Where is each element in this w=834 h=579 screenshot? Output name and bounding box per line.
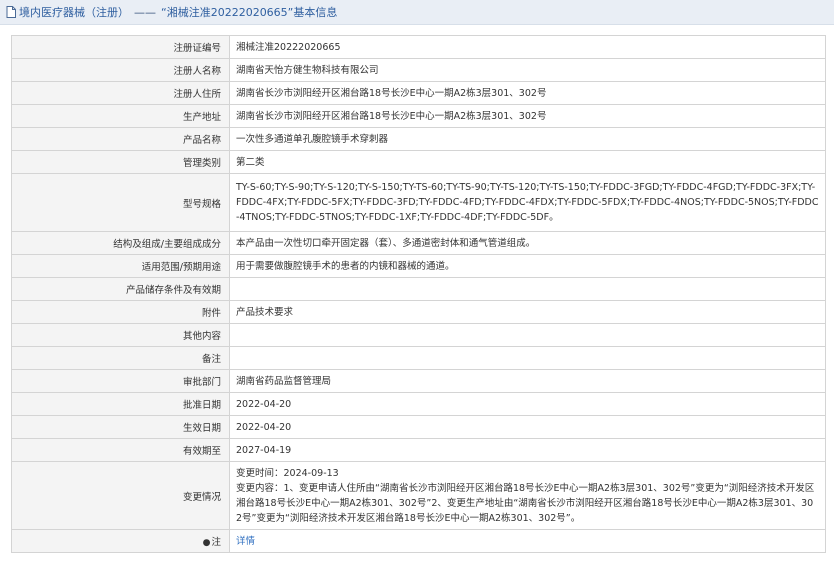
- row-value: [229, 277, 826, 301]
- row-label: 结构及组成/主要组成成分: [11, 231, 230, 255]
- row-value: 用于需要做腹腔镜手术的患者的内镜和器械的通道。: [229, 254, 826, 278]
- page-header: 境内医疗器械（注册） —— “湘械注准20222020665”基本信息: [0, 0, 834, 25]
- change-label: 变更情况: [11, 461, 230, 530]
- note-row: ●注 详情: [11, 529, 826, 553]
- table-row: 结构及组成/主要组成成分 本产品由一次性切口牵开固定器（套）、多通道密封体和通气…: [11, 231, 826, 255]
- table-row: 生产地址 湖南省长沙市浏阳经开区湘台路18号长沙E中心一期A2栋3层301、30…: [11, 104, 826, 128]
- row-value: 湘械注准20222020665: [229, 35, 826, 59]
- change-row: 变更情况 变更时间：2024-09-13 变更内容：1、变更申请人住所由“湖南省…: [11, 461, 826, 530]
- page-title: “湘械注准20222020665”基本信息: [161, 6, 338, 19]
- info-table-wrapper: 注册证编号 湘械注准20222020665 注册人名称 湖南省天怡方健生物科技有…: [11, 35, 826, 553]
- row-label: 注册人名称: [11, 58, 230, 82]
- table-row: 注册人名称 湖南省天怡方健生物科技有限公司: [11, 58, 826, 82]
- table-row: 适用范围/预期用途 用于需要做腹腔镜手术的患者的内镜和器械的通道。: [11, 254, 826, 278]
- info-table: 注册证编号 湘械注准20222020665 注册人名称 湖南省天怡方健生物科技有…: [11, 35, 826, 553]
- row-label: 注册证编号: [11, 35, 230, 59]
- row-value: 产品技术要求: [229, 300, 826, 324]
- row-label: 审批部门: [11, 369, 230, 393]
- table-row: 型号规格 TY-S-60;TY-S-90;TY-S-120;TY-S-150;T…: [11, 173, 826, 232]
- table-row: 产品名称 一次性多通道单孔腹腔镜手术穿刺器: [11, 127, 826, 151]
- row-value: 2027-04-19: [229, 438, 826, 462]
- row-value: 湖南省长沙市浏阳经开区湘台路18号长沙E中心一期A2栋3层301、302号: [229, 81, 826, 105]
- table-row: 其他内容: [11, 323, 826, 347]
- category-link[interactable]: 境内医疗器械（注册）: [19, 4, 129, 20]
- row-value: 湖南省长沙市浏阳经开区湘台路18号长沙E中心一期A2栋3层301、302号: [229, 104, 826, 128]
- row-label: 生产地址: [11, 104, 230, 128]
- row-label: 产品名称: [11, 127, 230, 151]
- row-label: 管理类别: [11, 150, 230, 174]
- row-value: 2022-04-20: [229, 415, 826, 439]
- table-row: 备注: [11, 346, 826, 370]
- row-label: 有效期至: [11, 438, 230, 462]
- row-label: 其他内容: [11, 323, 230, 347]
- row-label: 型号规格: [11, 173, 230, 232]
- table-row: 生效日期 2022-04-20: [11, 415, 826, 439]
- pin-icon: ●: [202, 538, 211, 548]
- row-value: [229, 346, 826, 370]
- row-label: 附件: [11, 300, 230, 324]
- row-value: 本产品由一次性切口牵开固定器（套）、多通道密封体和通气管道组成。: [229, 231, 826, 255]
- details-link[interactable]: 详情: [236, 536, 255, 547]
- note-value: 详情: [229, 529, 826, 553]
- row-label: 适用范围/预期用途: [11, 254, 230, 278]
- document-icon: [6, 6, 16, 18]
- table-row: 注册证编号 湘械注准20222020665: [11, 35, 826, 59]
- table-row: 审批部门 湖南省药品监督管理局: [11, 369, 826, 393]
- row-value: 2022-04-20: [229, 392, 826, 416]
- table-row: 批准日期 2022-04-20: [11, 392, 826, 416]
- table-row: 有效期至 2027-04-19: [11, 438, 826, 462]
- header-separator: ——: [134, 5, 156, 19]
- row-value: 湖南省天怡方健生物科技有限公司: [229, 58, 826, 82]
- row-value: 一次性多通道单孔腹腔镜手术穿刺器: [229, 127, 826, 151]
- change-time: 变更时间：2024-09-13: [236, 467, 339, 479]
- note-label-text: 注: [211, 537, 221, 548]
- row-label: 生效日期: [11, 415, 230, 439]
- note-label: ●注: [11, 529, 230, 553]
- row-value: 湖南省药品监督管理局: [229, 369, 826, 393]
- row-value: 第二类: [229, 150, 826, 174]
- table-row: 管理类别 第二类: [11, 150, 826, 174]
- row-value: TY-S-60;TY-S-90;TY-S-120;TY-S-150;TY-TS-…: [229, 173, 826, 232]
- row-value: [229, 323, 826, 347]
- table-row: 产品储存条件及有效期: [11, 277, 826, 301]
- change-content: 变更内容：1、变更申请人住所由“湖南省长沙市浏阳经开区湘台路18号长沙E中心一期…: [236, 482, 815, 524]
- table-row: 注册人住所 湖南省长沙市浏阳经开区湘台路18号长沙E中心一期A2栋3层301、3…: [11, 81, 826, 105]
- change-value: 变更时间：2024-09-13 变更内容：1、变更申请人住所由“湖南省长沙市浏阳…: [229, 461, 826, 530]
- row-label: 产品储存条件及有效期: [11, 277, 230, 301]
- row-label: 注册人住所: [11, 81, 230, 105]
- row-label: 批准日期: [11, 392, 230, 416]
- table-row: 附件 产品技术要求: [11, 300, 826, 324]
- row-label: 备注: [11, 346, 230, 370]
